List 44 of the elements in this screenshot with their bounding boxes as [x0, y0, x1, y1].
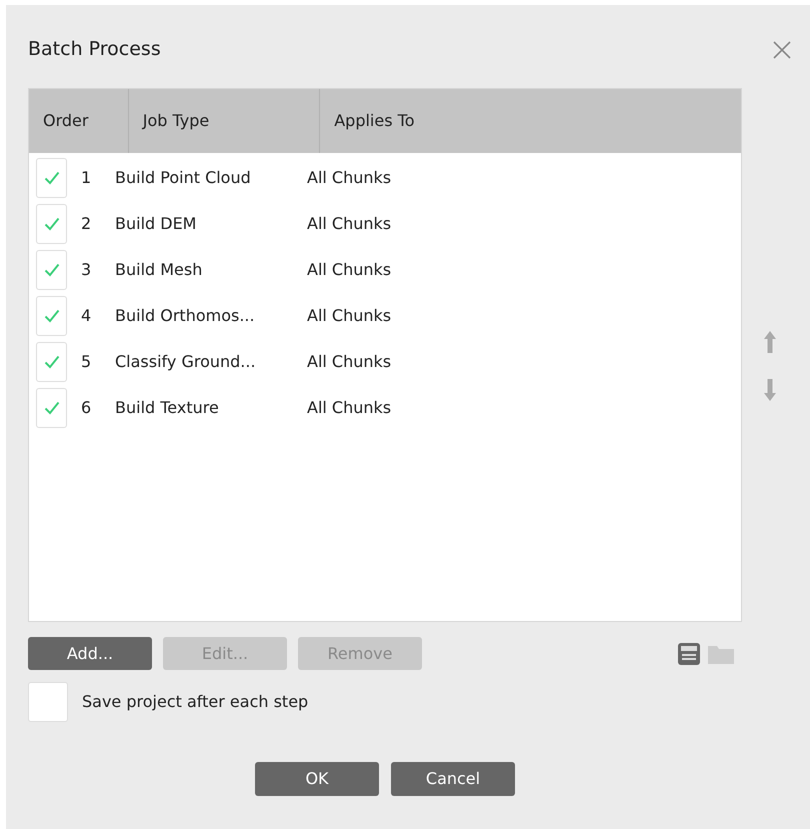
order-cell-text: 6: [80, 397, 92, 419]
checkbox[interactable]: [36, 204, 67, 244]
checkbox-label: Save project after each step: [82, 691, 308, 713]
check-icon: [44, 355, 60, 369]
down-arrow-icon[interactable]: [764, 379, 776, 401]
check-icon: [44, 309, 60, 323]
checkbox[interactable]: [36, 158, 67, 198]
checkbox[interactable]: [36, 342, 67, 382]
column-header[interactable]: Order: [29, 89, 129, 153]
order-cell-text: 1: [80, 167, 92, 189]
check-icon: [44, 171, 60, 185]
dialog-button[interactable]: OK: [255, 762, 379, 796]
job-type-cell-text: Classify Ground...: [115, 351, 257, 373]
order-cell-text: 5: [80, 351, 92, 373]
applies-to-cell-text: All Chunks: [307, 213, 392, 235]
checkbox[interactable]: [28, 682, 68, 722]
job-type-cell-text: Build DEM: [115, 213, 198, 235]
checkbox[interactable]: [36, 388, 67, 428]
close-icon[interactable]: [773, 40, 791, 58]
order-cell-text: 2: [80, 213, 92, 235]
applies-to-cell-text: All Chunks: [307, 305, 392, 327]
column-header[interactable]: Applies To: [320, 89, 741, 153]
applies-to-cell-text: All Chunks: [307, 351, 392, 373]
check-icon: [44, 217, 60, 231]
applies-to-cell-text: All Chunks: [307, 259, 392, 281]
checkbox[interactable]: [36, 250, 67, 290]
window-title: Batch Process: [28, 37, 161, 62]
save-icon[interactable]: [678, 642, 700, 664]
up-arrow-icon[interactable]: [764, 331, 776, 353]
check-icon: [44, 401, 60, 415]
job-type-cell-text: Build Orthomos...: [115, 305, 256, 327]
job-type-cell-text: Build Mesh: [115, 259, 204, 281]
folder-icon[interactable]: [708, 644, 736, 664]
job-type-cell-text: Build Texture: [115, 397, 220, 419]
applies-to-cell-text: All Chunks: [307, 167, 392, 189]
checkbox[interactable]: [36, 296, 67, 336]
order-cell-text: 3: [80, 259, 92, 281]
dialog-button[interactable]: Cancel: [391, 762, 515, 796]
applies-to-cell-text: All Chunks: [307, 397, 392, 419]
check-icon: [44, 263, 60, 277]
list-button[interactable]: Add...: [28, 637, 152, 670]
order-cell-text: 4: [80, 305, 92, 327]
column-header[interactable]: Job Type: [128, 89, 320, 153]
job-type-cell-text: Build Point Cloud: [115, 167, 252, 189]
